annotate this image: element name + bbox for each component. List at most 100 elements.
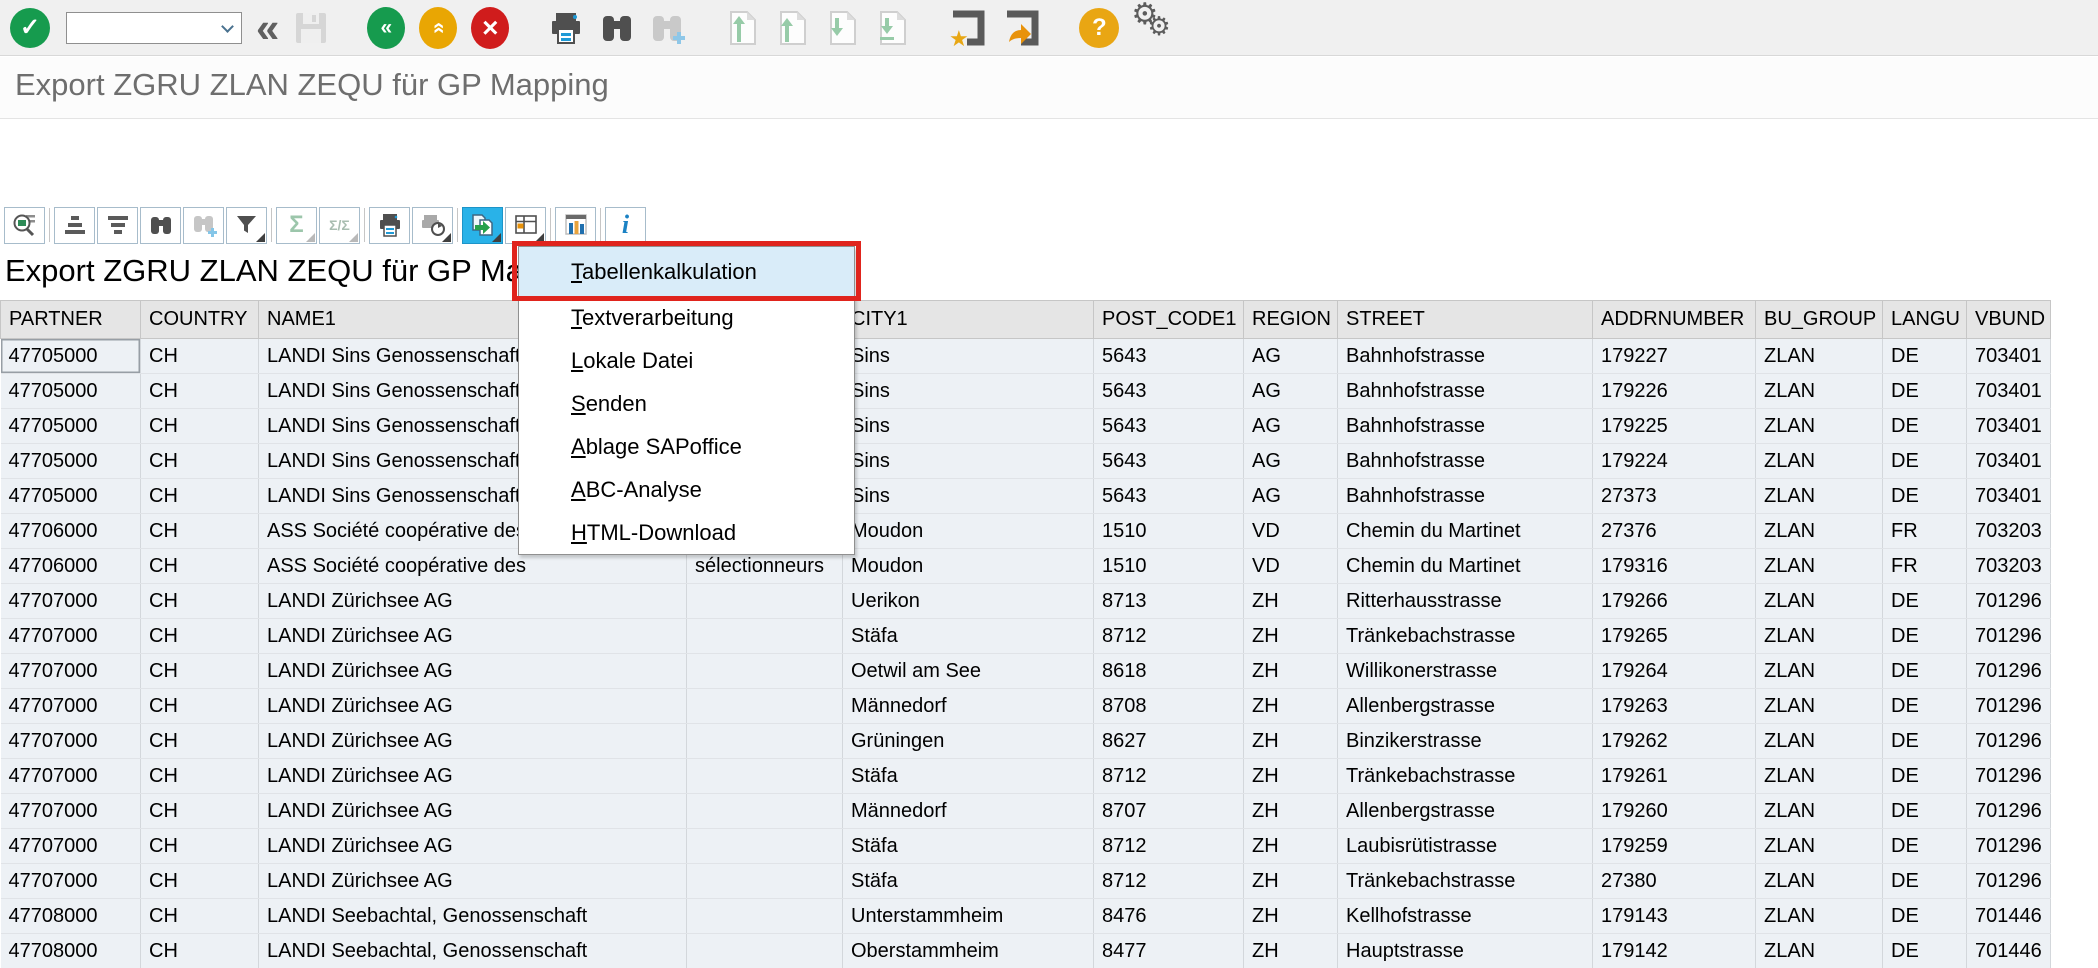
- grid-cell[interactable]: ZH: [1244, 899, 1338, 934]
- grid-cell[interactable]: DE: [1883, 444, 1967, 479]
- grid-cell[interactable]: DE: [1883, 339, 1967, 374]
- column-header[interactable]: PARTNER: [1, 301, 141, 339]
- grid-cell[interactable]: LANDI Zürichsee AG: [259, 759, 687, 794]
- print-button[interactable]: [547, 9, 585, 47]
- find-button[interactable]: [140, 207, 181, 244]
- grid-cell[interactable]: CH: [141, 899, 259, 934]
- grid-cell[interactable]: 5643: [1094, 479, 1244, 514]
- grid-cell[interactable]: VD: [1244, 549, 1338, 584]
- grid-cell[interactable]: Tränkebachstrasse: [1338, 619, 1593, 654]
- grid-cell[interactable]: ZLAN: [1756, 549, 1883, 584]
- grid-cell[interactable]: CH: [141, 689, 259, 724]
- grid-cell[interactable]: ZH: [1244, 829, 1338, 864]
- grid-cell[interactable]: 47707000: [1, 584, 141, 619]
- grid-cell[interactable]: Stäfa: [843, 864, 1094, 899]
- grid-cell[interactable]: 703401: [1967, 479, 2051, 514]
- grid-cell[interactable]: 701296: [1967, 619, 2051, 654]
- grid-cell[interactable]: 8708: [1094, 689, 1244, 724]
- grid-cell[interactable]: CH: [141, 829, 259, 864]
- grid-cell[interactable]: Sins: [843, 479, 1094, 514]
- grid-cell[interactable]: 179261: [1593, 759, 1756, 794]
- grid-cell[interactable]: DE: [1883, 619, 1967, 654]
- grid-cell[interactable]: 703203: [1967, 549, 2051, 584]
- grid-cell[interactable]: Bahnhofstrasse: [1338, 479, 1593, 514]
- customize-layout-button[interactable]: ⚙ ⚙: [1133, 6, 1177, 50]
- grid-cell[interactable]: ZLAN: [1756, 584, 1883, 619]
- choose-layout-button[interactable]: [505, 207, 546, 244]
- grid-cell[interactable]: DE: [1883, 584, 1967, 619]
- grid-cell[interactable]: 179142: [1593, 934, 1756, 968]
- grid-cell[interactable]: 8627: [1094, 724, 1244, 759]
- grid-cell[interactable]: 179265: [1593, 619, 1756, 654]
- grid-cell[interactable]: 1510: [1094, 514, 1244, 549]
- grid-cell[interactable]: ZLAN: [1756, 794, 1883, 829]
- help-button[interactable]: ?: [1079, 8, 1119, 48]
- grid-cell[interactable]: 701296: [1967, 724, 2051, 759]
- grid-cell[interactable]: CH: [141, 479, 259, 514]
- grid-cell[interactable]: LANDI Seebachtal, Genossenschaft: [259, 899, 687, 934]
- grid-cell[interactable]: DE: [1883, 829, 1967, 864]
- grid-cell[interactable]: Männedorf: [843, 794, 1094, 829]
- grid-cell[interactable]: ZLAN: [1756, 689, 1883, 724]
- grid-cell[interactable]: Bahnhofstrasse: [1338, 374, 1593, 409]
- sort-descending-button[interactable]: [97, 207, 138, 244]
- grid-cell[interactable]: Sins: [843, 444, 1094, 479]
- grid-cell[interactable]: 47705000: [1, 374, 141, 409]
- grid-cell[interactable]: DE: [1883, 654, 1967, 689]
- grid-cell[interactable]: Sins: [843, 339, 1094, 374]
- set-filter-button[interactable]: [226, 207, 267, 244]
- grid-cell[interactable]: 47708000: [1, 934, 141, 968]
- grid-cell[interactable]: [687, 794, 843, 829]
- grid-cell[interactable]: [687, 584, 843, 619]
- grid-cell[interactable]: ZH: [1244, 934, 1338, 968]
- menu-item-textverarbeitung[interactable]: Textverarbeitung: [519, 296, 854, 339]
- grid-cell[interactable]: ZLAN: [1756, 479, 1883, 514]
- grid-cell[interactable]: ZLAN: [1756, 654, 1883, 689]
- grid-cell[interactable]: 5643: [1094, 409, 1244, 444]
- grid-cell[interactable]: 179227: [1593, 339, 1756, 374]
- grid-cell[interactable]: ZLAN: [1756, 514, 1883, 549]
- grid-cell[interactable]: 8712: [1094, 619, 1244, 654]
- grid-cell[interactable]: Tränkebachstrasse: [1338, 864, 1593, 899]
- grid-cell[interactable]: ZLAN: [1756, 934, 1883, 968]
- grid-cell[interactable]: 701296: [1967, 864, 2051, 899]
- grid-cell[interactable]: Kellhofstrasse: [1338, 899, 1593, 934]
- grid-cell[interactable]: 701446: [1967, 899, 2051, 934]
- grid-cell[interactable]: [687, 689, 843, 724]
- grid-cell[interactable]: AG: [1244, 479, 1338, 514]
- grid-cell[interactable]: 47707000: [1, 689, 141, 724]
- column-header[interactable]: VBUND: [1967, 301, 2051, 339]
- grid-cell[interactable]: FR: [1883, 549, 1967, 584]
- grid-cell[interactable]: Willikonerstrasse: [1338, 654, 1593, 689]
- grid-cell[interactable]: [687, 619, 843, 654]
- grid-cell[interactable]: 47705000: [1, 479, 141, 514]
- grid-cell[interactable]: ZLAN: [1756, 899, 1883, 934]
- grid-cell[interactable]: DE: [1883, 479, 1967, 514]
- grid-cell[interactable]: Binzikerstrasse: [1338, 724, 1593, 759]
- grid-cell[interactable]: 8618: [1094, 654, 1244, 689]
- grid-cell[interactable]: Grüningen: [843, 724, 1094, 759]
- grid-cell[interactable]: 47706000: [1, 514, 141, 549]
- grid-cell[interactable]: 179260: [1593, 794, 1756, 829]
- grid-cell[interactable]: 47705000: [1, 409, 141, 444]
- grid-cell[interactable]: LANDI Zürichsee AG: [259, 724, 687, 759]
- grid-cell[interactable]: CH: [141, 619, 259, 654]
- grid-cell[interactable]: 27376: [1593, 514, 1756, 549]
- grid-cell[interactable]: CH: [141, 654, 259, 689]
- grid-cell[interactable]: [687, 934, 843, 968]
- grid-cell[interactable]: 8712: [1094, 864, 1244, 899]
- grid-cell[interactable]: CH: [141, 934, 259, 968]
- menu-item-abc-analyse[interactable]: ABC-Analyse: [519, 468, 854, 511]
- grid-cell[interactable]: DE: [1883, 934, 1967, 968]
- column-header[interactable]: POST_CODE1: [1094, 301, 1244, 339]
- grid-cell[interactable]: ZLAN: [1756, 864, 1883, 899]
- column-header[interactable]: BU_GROUP: [1756, 301, 1883, 339]
- grid-cell[interactable]: 179264: [1593, 654, 1756, 689]
- grid-cell[interactable]: 703401: [1967, 374, 2051, 409]
- column-header[interactable]: COUNTRY: [141, 301, 259, 339]
- grid-cell[interactable]: [687, 899, 843, 934]
- grid-cell[interactable]: AG: [1244, 339, 1338, 374]
- grid-cell[interactable]: ZH: [1244, 584, 1338, 619]
- grid-cell[interactable]: Chemin du Martinet: [1338, 514, 1593, 549]
- grid-cell[interactable]: 27380: [1593, 864, 1756, 899]
